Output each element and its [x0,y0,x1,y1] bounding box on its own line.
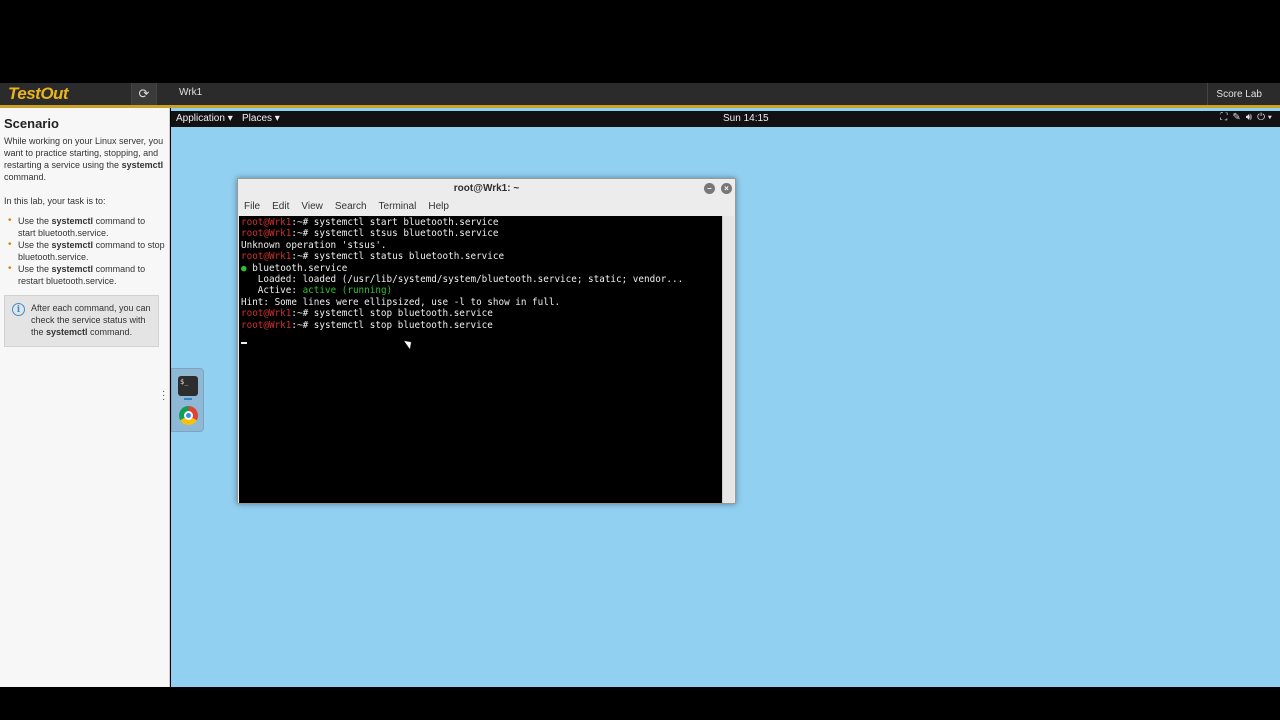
menu-file[interactable]: File [244,201,260,212]
task-list: Use the systemctl command to start bluet… [4,215,165,287]
status-dot-icon: ● [241,262,253,274]
menu-help[interactable]: Help [428,201,449,212]
dock-handle[interactable]: · · · [162,387,165,405]
terminal-line: root@Wrk1:~# systemctl status bluetooth.… [241,251,721,262]
terminal-line: root@Wrk1:~# systemctl start bluetooth.s… [241,217,721,228]
terminal-line: Hint: Some lines were ellipsized, use -l… [241,296,561,308]
menu-edit[interactable]: Edit [272,201,289,212]
terminal-prompt: root@Wrk1 [241,217,292,228]
menu-search[interactable]: Search [335,201,367,212]
close-button[interactable]: × [721,183,732,194]
top-panel: Application ▾ Places ▾ Sun 14:15 ⛶ ✎ 🔊︎ … [171,111,1280,127]
scenario-intro: While working on your Linux server, you … [4,136,164,182]
terminal-command: :~# systemctl start bluetooth.service [291,217,499,228]
terminal-prompt: root@Wrk1 [241,319,292,331]
terminal-prompt: root@Wrk1 [241,228,292,240]
machine-name[interactable]: Wrk1 [179,87,202,98]
task-item: Use the systemctl command to stop blueto… [4,239,165,263]
tip-box: i After each command, you can check the … [4,295,159,347]
terminal-line: Unknown operation 'stsus'. [241,239,387,251]
terminal-scrollbar[interactable] [722,216,734,503]
menu-view[interactable]: View [301,201,323,212]
terminal-cursor-line [241,337,721,348]
chrome-icon[interactable] [179,406,198,425]
active-status: active (running) [302,285,393,297]
scenario-sidebar: Scenario While working on your Linux ser… [0,108,170,687]
text-cursor [241,341,247,344]
terminal-line: root@Wrk1:~# systemctl stop bluetooth.se… [241,308,721,319]
network-icon[interactable]: ⛶ [1220,112,1227,123]
terminal-line: root@Wrk1:~# systemctl stsus bluetooth.s… [241,228,721,239]
menu-terminal[interactable]: Terminal [379,201,417,212]
task-item: Use the systemctl command to start bluet… [4,215,165,239]
terminal-titlebar[interactable]: root@Wrk1: ~ – × [238,179,735,198]
terminal-command: :~# systemctl stop bluetooth.service [291,308,493,320]
places-menu[interactable]: Places ▾ [242,113,280,124]
terminal-command: :~# systemctl stop bluetooth.service [291,319,493,331]
terminal-window[interactable]: root@Wrk1: ~ – × File Edit View Search T… [237,178,736,504]
score-lab-button[interactable]: Score Lab [1207,83,1270,105]
terminal-command: :~# systemctl stsus bluetooth.service [291,228,499,240]
refresh-icon: ⟳ [138,86,150,101]
terminal-line: Active: active (running) [241,285,393,297]
terminal-title: root@Wrk1: ~ [453,183,520,194]
terminal-prompt: root@Wrk1 [241,308,292,320]
linux-desktop: Application ▾ Places ▾ Sun 14:15 ⛶ ✎ 🔊︎ … [162,108,1280,687]
scenario-title: Scenario [4,116,59,131]
power-icon[interactable]: ⏻ ▾ [1257,112,1272,123]
terminal-icon[interactable]: $_ [178,376,198,400]
terminal-menubar: File Edit View Search Terminal Help [238,198,735,215]
info-icon: i [12,303,25,316]
pen-icon[interactable]: ✎ [1232,112,1240,123]
terminal-line: root@Wrk1:~# systemctl stop bluetooth.se… [241,320,721,331]
terminal-output[interactable]: root@Wrk1:~# systemctl start bluetooth.s… [239,216,723,503]
minimize-button[interactable]: – [704,183,715,194]
task-item: Use the systemctl command to restart blu… [4,263,165,287]
testout-logo: TestOut [8,84,69,103]
application-menu[interactable]: Application ▾ [176,113,233,124]
refresh-button[interactable]: ⟳ [131,83,157,105]
terminal-command: :~# systemctl status bluetooth.service [291,251,505,263]
terminal-line: ● bluetooth.service [241,262,348,274]
terminal-line: Loaded: loaded (/usr/lib/systemd/system/… [241,274,684,286]
task-intro: In this lab, your task is to: [4,196,106,206]
app-dock: $_ [171,368,204,432]
volume-icon[interactable]: 🔊︎ [1246,112,1252,123]
top-bar: TestOut ⟳ Wrk1 Score Lab [0,83,1280,105]
clock[interactable]: Sun 14:15 [723,113,769,124]
terminal-prompt: root@Wrk1 [241,251,292,263]
system-tray[interactable]: ⛶ ✎ 🔊︎ ⏻ ▾ [1220,112,1272,123]
